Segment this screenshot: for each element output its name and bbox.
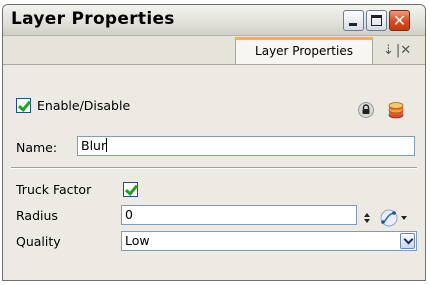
title-bar[interactable]: Layer Properties ✕ xyxy=(3,5,425,36)
minimize-button[interactable] xyxy=(343,10,364,31)
layer-properties-window: Layer Properties ✕ Layer Properties ⇣ |✕ … xyxy=(2,4,426,281)
close-icon: ✕ xyxy=(392,11,407,30)
checkmark-icon xyxy=(124,182,139,196)
close-button[interactable]: ✕ xyxy=(389,10,410,31)
maximize-icon xyxy=(371,15,382,26)
text-caret xyxy=(106,138,108,152)
name-label: Name: xyxy=(16,140,58,155)
tab-tools: ⇣ |✕ xyxy=(383,43,413,58)
dropdown-arrow-icon[interactable] xyxy=(400,233,415,249)
section-divider xyxy=(11,167,417,169)
minimize-icon xyxy=(349,23,357,26)
radius-label: Radius xyxy=(16,208,58,223)
tab-strip: Layer Properties ⇣ |✕ xyxy=(3,36,425,65)
spinner-arrows-icon[interactable] xyxy=(364,213,370,225)
window-title: Layer Properties xyxy=(11,9,175,29)
quality-select[interactable]: Low xyxy=(121,231,417,251)
checkmark-icon xyxy=(17,98,32,112)
name-input[interactable]: Blur xyxy=(77,136,415,156)
maximize-button[interactable] xyxy=(366,10,387,31)
enable-checkbox[interactable] xyxy=(16,98,32,113)
tab-layer-properties[interactable]: Layer Properties xyxy=(235,37,373,64)
quality-label: Quality xyxy=(16,234,61,249)
enable-label: Enable/Disable xyxy=(37,98,131,113)
pin-icon[interactable]: ⇣ xyxy=(383,43,394,58)
truck-factor-label: Truck Factor xyxy=(16,182,92,197)
name-value: Blur xyxy=(81,138,107,153)
truck-factor-checkbox[interactable] xyxy=(123,182,139,197)
chevron-down-icon[interactable] xyxy=(401,216,407,220)
radius-value: 0 xyxy=(125,207,133,222)
function-curve-icon[interactable] xyxy=(379,209,399,227)
close-tab-icon[interactable]: |✕ xyxy=(396,43,411,58)
layer-stack-icon[interactable] xyxy=(388,101,404,119)
quality-selected-value: Low xyxy=(125,233,150,248)
radius-input[interactable]: 0 xyxy=(121,205,357,225)
lock-icon[interactable] xyxy=(358,102,374,118)
